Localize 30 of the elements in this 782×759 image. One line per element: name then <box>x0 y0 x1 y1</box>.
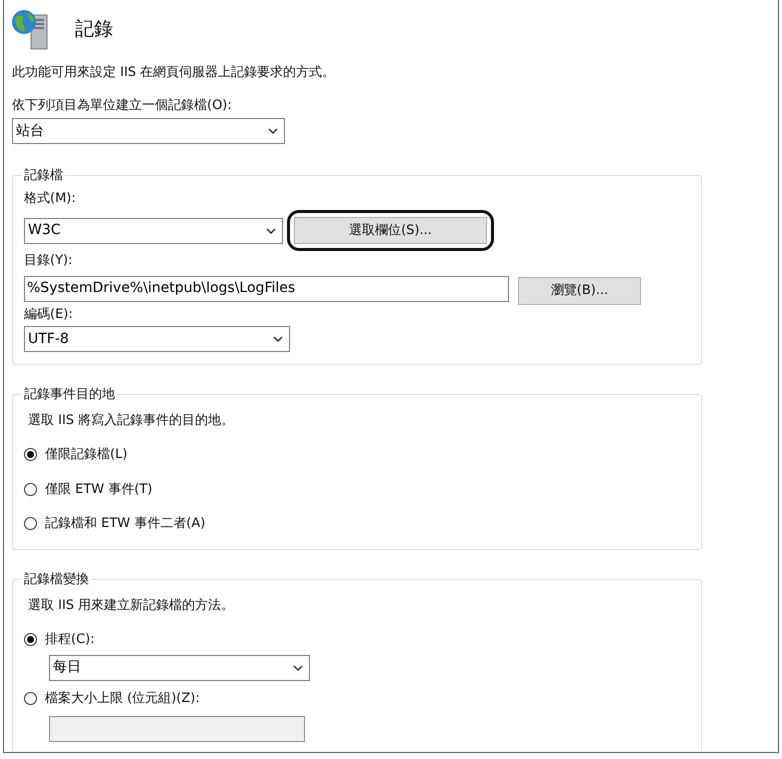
field-label: 目錄(Y): <box>24 252 74 270</box>
radio-button[interactable] <box>24 633 37 646</box>
select-fields-button[interactable]: 選取欄位(S)... <box>294 217 487 244</box>
description-text: 選取 IIS 用來建立新記錄檔的方法。 <box>28 596 236 614</box>
dropdown[interactable]: 每日 <box>49 654 310 680</box>
description-text: 此功能可用來設定 IIS 在網頁伺服器上記錄要求的方式。 <box>12 64 336 82</box>
chevron-down-icon <box>293 664 303 670</box>
group-title: 記錄事件目的地 <box>23 386 116 404</box>
radio-label[interactable]: 僅限 ETW 事件(T) <box>45 480 152 499</box>
chevron-down-icon <box>266 228 276 234</box>
radio-button[interactable] <box>24 482 37 496</box>
field-label: 依下列項目為單位建立一個記錄檔(O): <box>12 96 233 114</box>
radio-label[interactable]: 僅限記錄檔(L) <box>45 445 128 464</box>
radio-label[interactable]: 排程(C): <box>45 630 95 650</box>
chevron-down-icon <box>273 336 283 342</box>
dropdown[interactable]: UTF-8 <box>24 326 290 352</box>
browse-button[interactable]: 瀏覽(B)... <box>518 276 641 305</box>
directory-field[interactable]: %SystemDrive%\inetpub\logs\LogFiles <box>24 276 509 302</box>
dropdown[interactable]: 站台 <box>12 118 285 144</box>
chevron-down-icon <box>268 128 278 134</box>
radio-label[interactable]: 記錄檔和 ETW 事件二者(A) <box>45 514 206 534</box>
page-title: 記錄 <box>75 16 113 42</box>
description-text: 選取 IIS 將寫入記錄事件的目的地。 <box>28 412 236 430</box>
radio-button[interactable] <box>24 448 37 462</box>
field-label: 格式(M): <box>24 190 77 208</box>
radio-button[interactable] <box>24 517 37 530</box>
group-title: 記錄檔變換 <box>23 571 90 589</box>
dropdown[interactable]: W3C <box>24 218 283 244</box>
group-title: 記錄檔 <box>23 167 64 185</box>
field-label: 編碼(E): <box>24 306 74 324</box>
